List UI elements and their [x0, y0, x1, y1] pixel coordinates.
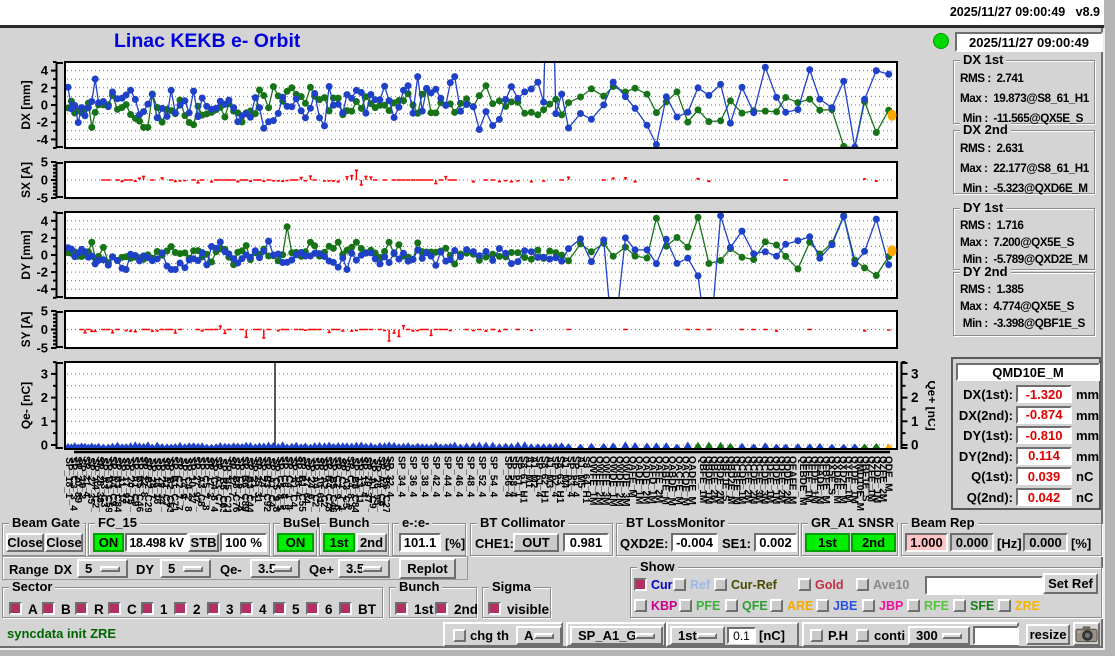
- svg-text:1: 1: [911, 414, 919, 429]
- svg-text:QEAFE_M: QEAFE_M: [787, 456, 798, 504]
- svg-text:-4: -4: [36, 282, 48, 297]
- svg-text:0: 0: [41, 173, 48, 188]
- svg-text:-5: -5: [36, 341, 48, 356]
- svg-text:1: 1: [41, 414, 48, 429]
- svg-text:SP_54_4: SP_54_4: [488, 456, 499, 498]
- svg-text:0: 0: [41, 98, 48, 113]
- svg-text:4: 4: [41, 63, 49, 78]
- svg-text:0: 0: [911, 438, 919, 453]
- svg-text:Qe- [nC]: Qe- [nC]: [19, 382, 33, 429]
- svg-text:SP_44_4: SP_44_4: [442, 456, 453, 498]
- svg-text:0: 0: [41, 248, 48, 263]
- svg-text:2: 2: [911, 390, 919, 405]
- svg-text:0: 0: [41, 438, 48, 453]
- svg-text:-5: -5: [36, 191, 48, 206]
- svg-text:5: 5: [41, 304, 48, 319]
- svg-text:-4: -4: [36, 132, 48, 147]
- svg-text:2: 2: [41, 80, 48, 95]
- svg-text:SY [A]: SY [A]: [19, 312, 33, 348]
- svg-text:SP_52_4: SP_52_4: [476, 456, 487, 498]
- svg-text:2: 2: [41, 390, 48, 405]
- svg-text:SP_42_4: SP_42_4: [430, 456, 441, 498]
- svg-text:DY [mm]: DY [mm]: [19, 230, 33, 279]
- svg-text:2: 2: [41, 230, 48, 245]
- svg-text:SP_38_4: SP_38_4: [419, 456, 430, 498]
- svg-text:SP_48_4: SP_48_4: [465, 456, 476, 498]
- svg-text:-2: -2: [36, 115, 48, 130]
- svg-text:5: 5: [41, 155, 48, 170]
- svg-text:SP_34_4: SP_34_4: [396, 456, 407, 498]
- svg-text:Qe+ [nC]: Qe+ [nC]: [925, 380, 935, 430]
- svg-text:-2: -2: [36, 265, 48, 280]
- svg-text:SP_46_4: SP_46_4: [453, 456, 464, 498]
- svg-text:4: 4: [41, 213, 49, 228]
- svg-text:0: 0: [41, 322, 48, 337]
- svg-text:QADFE_M: QADFE_M: [686, 456, 697, 505]
- svg-text:QDE_M: QDE_M: [883, 456, 894, 492]
- svg-text:SP_36_4: SP_36_4: [407, 456, 418, 498]
- svg-text:SX [A]: SX [A]: [19, 162, 33, 198]
- svg-text:3: 3: [41, 366, 48, 381]
- svg-text:SP_32_4: SP_32_4: [384, 456, 395, 498]
- svg-text:DX [mm]: DX [mm]: [19, 80, 33, 129]
- svg-text:3: 3: [911, 366, 919, 381]
